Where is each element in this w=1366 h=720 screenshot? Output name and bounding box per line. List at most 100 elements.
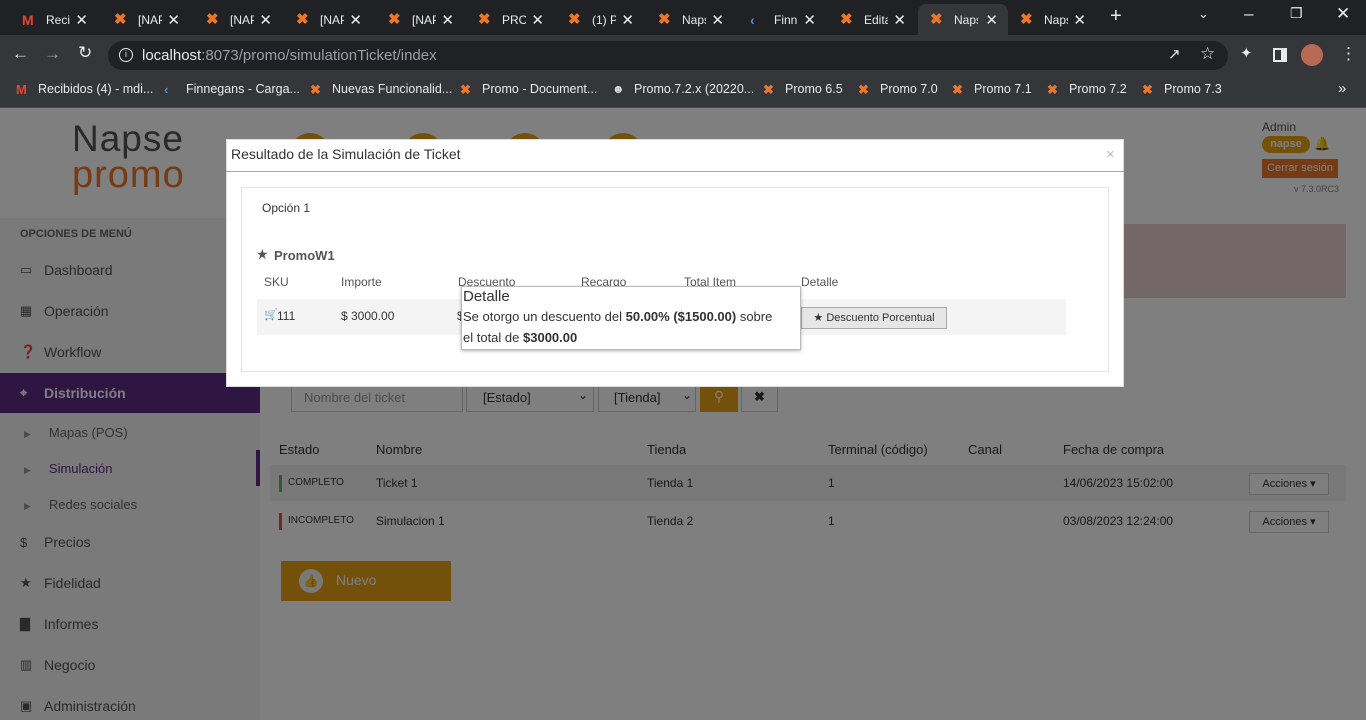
bookmark-item[interactable]: ✖ Promo 6.5 xyxy=(763,82,843,97)
bookmark-item[interactable]: ☻ Promo.7.2.x (20220... xyxy=(612,82,754,96)
bookmark-label: Promo 7.0 xyxy=(880,82,938,96)
napse-icon: ✖ xyxy=(952,82,963,97)
side-panel-icon[interactable] xyxy=(1273,48,1287,62)
napse-icon: ☻ xyxy=(612,82,625,96)
napse-icon: ✖ xyxy=(1142,82,1153,97)
browser-tab[interactable]: ✖ [NAP ✕ xyxy=(376,4,464,35)
modal-close-icon[interactable]: × xyxy=(1106,146,1115,163)
tooltip-text: sobre xyxy=(736,309,773,324)
browser-tab[interactable]: ✖ Naps ✕ xyxy=(646,4,734,35)
browser-tab[interactable]: ✖ (1) PI ✕ xyxy=(556,4,644,35)
napse-icon: ✖ xyxy=(763,82,774,97)
gmail-icon: M xyxy=(22,11,34,28)
modal-title: Resultado de la Simulación de Ticket xyxy=(231,146,461,162)
bookmark-item[interactable]: ✖ Promo 7.1 xyxy=(952,82,1032,97)
profile-avatar[interactable] xyxy=(1301,44,1323,66)
tooltip-bold: 50.00% ($1500.00) xyxy=(625,309,737,324)
back-button[interactable]: ← xyxy=(12,44,29,64)
share-icon[interactable]: ↗ xyxy=(1168,45,1181,63)
extensions-icon[interactable]: ✦ xyxy=(1240,44,1253,62)
modal-header-cell: Importe xyxy=(341,275,382,289)
tab-title: [NAP xyxy=(138,12,162,27)
tab-close-icon[interactable]: ✕ xyxy=(803,11,816,29)
bookmark-item[interactable]: ✖ Promo 7.0 xyxy=(858,82,938,97)
modal-title-underline xyxy=(226,171,1124,172)
napse-icon: ✖ xyxy=(296,10,309,28)
forward-button[interactable]: → xyxy=(44,44,61,64)
browser-tab[interactable]: ✖ [NAP ✕ xyxy=(102,4,190,35)
browser-tab[interactable]: ✖ Naps ✕ xyxy=(1008,4,1096,35)
importe-cell: $ 3000.00 xyxy=(341,309,395,323)
gmail-icon: M xyxy=(16,82,27,97)
tab-close-icon[interactable]: ✕ xyxy=(441,11,454,29)
napse-icon: ✖ xyxy=(478,10,491,28)
tab-close-icon[interactable]: ✕ xyxy=(259,11,272,29)
tooltip-title: Detalle xyxy=(463,288,510,305)
url-text[interactable]: localhost:8073/promo/simulationTicket/in… xyxy=(142,47,437,64)
minimize-button[interactable]: – xyxy=(1244,4,1253,24)
site-info-icon[interactable]: i xyxy=(119,48,133,62)
napse-icon: ✖ xyxy=(840,10,853,28)
tab-title: Recib xyxy=(46,12,70,27)
napse-icon: ✖ xyxy=(114,10,127,28)
napse-icon: ✖ xyxy=(858,82,869,97)
url-host: localhost xyxy=(142,47,202,64)
tooltip-text: Se otorgo un descuento del xyxy=(463,309,626,324)
reload-button[interactable]: ↻ xyxy=(78,43,92,63)
bookmark-star-icon[interactable]: ☆ xyxy=(1200,44,1215,64)
tooltip-text: el total de xyxy=(463,330,523,345)
browser-tab[interactable]: M Recib ✕ xyxy=(10,4,98,35)
bookmark-item[interactable]: ✖ Promo - Document... xyxy=(460,82,597,97)
napse-icon: ✖ xyxy=(310,82,321,97)
detail-tooltip: Detalle Se otorgo un descuento del 50.00… xyxy=(461,286,801,350)
napse-icon: ✖ xyxy=(930,10,943,28)
bookmark-label: Promo 7.3 xyxy=(1164,82,1222,96)
tab-search-icon[interactable]: ⌄ xyxy=(1198,6,1209,22)
cart-icon: 🛒 xyxy=(264,309,278,321)
napse-icon: ✖ xyxy=(388,10,401,28)
napse-icon: ✖ xyxy=(568,10,581,28)
browser-tab[interactable]: ✖ PROM ✕ xyxy=(466,4,554,35)
menu-dots-icon[interactable]: ⋮ xyxy=(1340,44,1357,64)
browser-tab[interactable]: ✖ Edita ✕ xyxy=(828,4,916,35)
tab-close-icon[interactable]: ✕ xyxy=(985,11,998,29)
browser-tab[interactable]: ✖ [NAP ✕ xyxy=(284,4,372,35)
modal-header-cell: SKU xyxy=(264,275,289,289)
tab-title: (1) PI xyxy=(592,12,616,27)
bookmark-item[interactable]: M Recibidos (4) - mdi... xyxy=(16,82,153,97)
tab-close-icon[interactable]: ✕ xyxy=(349,11,362,29)
browser-tab[interactable]: ✖ [NAP ✕ xyxy=(194,4,282,35)
star-icon: ★ xyxy=(813,312,827,324)
tab-title: Naps xyxy=(954,12,978,27)
url-path: :8073/promo/simulationTicket/index xyxy=(201,47,437,64)
tab-title: Edita xyxy=(864,12,888,27)
tab-title: Finn xyxy=(774,12,798,27)
bookmark-label: Promo 7.1 xyxy=(974,82,1032,96)
tab-title: [NAP xyxy=(230,12,254,27)
more-bookmarks-icon[interactable]: » xyxy=(1338,80,1346,97)
tab-close-icon[interactable]: ✕ xyxy=(893,11,906,29)
modal-header-cell: Detalle xyxy=(801,275,839,289)
bookmark-item[interactable]: ✖ Promo 7.3 xyxy=(1142,82,1222,97)
bookmark-item[interactable]: ✖ Promo 7.2 xyxy=(1047,82,1127,97)
bookmark-label: Promo 7.2 xyxy=(1069,82,1127,96)
tab-title: PROM xyxy=(502,12,526,27)
sku-cell: 111 xyxy=(277,309,296,323)
browser-tab[interactable]: ‹ Finn ✕ xyxy=(738,4,826,35)
star-icon: ★ xyxy=(256,246,269,262)
bookmark-label: Nuevas Funcionalid... xyxy=(332,82,453,96)
maximize-button[interactable]: ❐ xyxy=(1290,5,1303,22)
tab-close-icon[interactable]: ✕ xyxy=(1073,11,1086,29)
descuento-porcentual-button[interactable]: ★ Descuento Porcentual xyxy=(801,307,947,329)
tab-close-icon[interactable]: ✕ xyxy=(531,11,544,29)
new-tab-button[interactable]: + xyxy=(1110,5,1122,28)
tab-close-icon[interactable]: ✕ xyxy=(711,11,724,29)
finnegans-icon: ‹ xyxy=(750,11,755,28)
bookmark-item[interactable]: ‹ Finnegans - Carga... xyxy=(164,82,300,97)
bookmark-item[interactable]: ✖ Nuevas Funcionalid... xyxy=(310,82,453,97)
close-window-button[interactable]: ✕ xyxy=(1336,4,1350,24)
tab-close-icon[interactable]: ✕ xyxy=(167,11,180,29)
browser-tab[interactable]: ✖ Naps ✕ xyxy=(918,4,1008,35)
tab-close-icon[interactable]: ✕ xyxy=(75,11,88,29)
tab-close-icon[interactable]: ✕ xyxy=(621,11,634,29)
